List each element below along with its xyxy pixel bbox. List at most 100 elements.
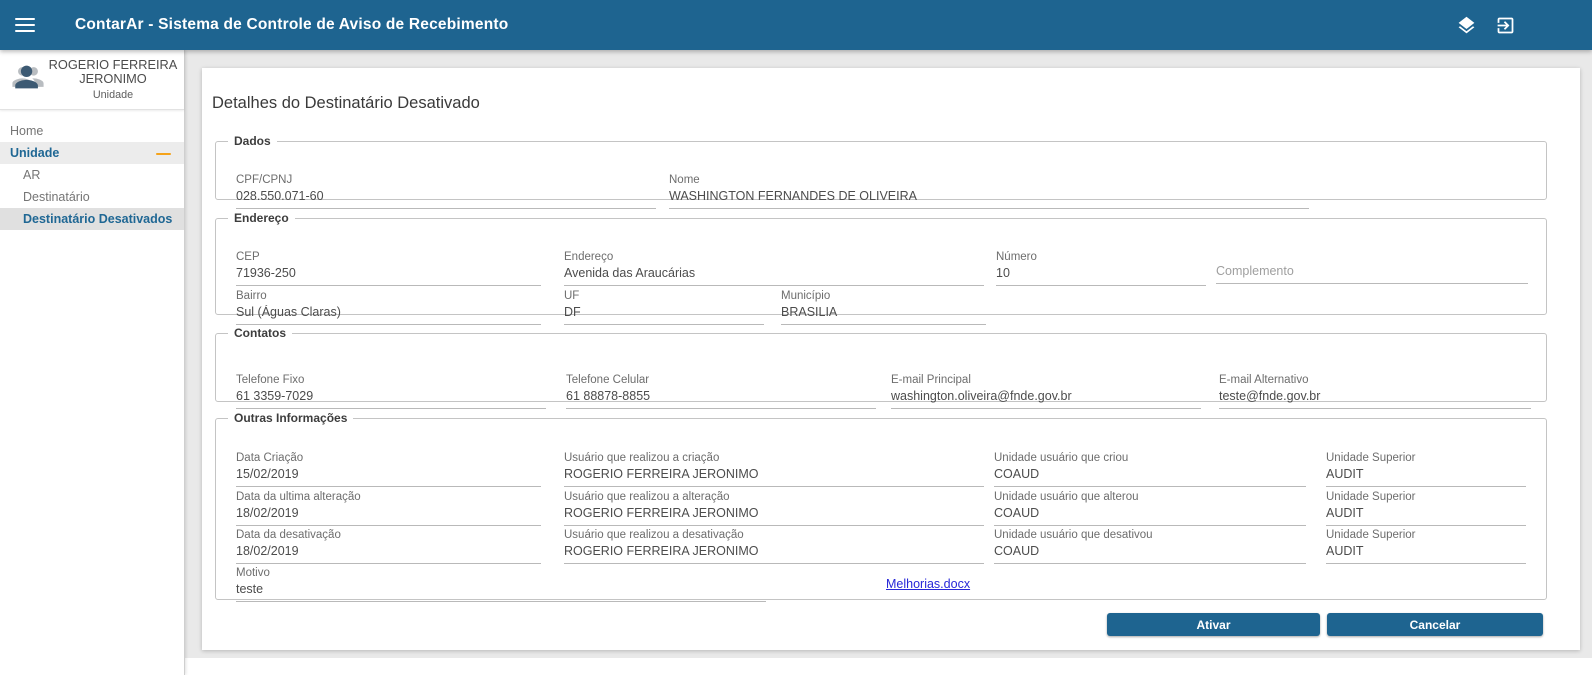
field-value: 10: [996, 266, 1206, 286]
field-label: Unidade usuário que criou: [994, 452, 1306, 465]
field-telefone-fixo: Telefone Fixo 61 3359-7029: [236, 374, 546, 409]
attachment-link[interactable]: Melhorias.docx: [886, 577, 970, 591]
field-label: Unidade usuário que alterou: [994, 491, 1306, 504]
field-value: 028.550.071-60: [236, 189, 656, 209]
field-value: AUDIT: [1326, 467, 1526, 487]
sidebar-item-label: Home: [10, 124, 43, 138]
field-value: COAUD: [994, 544, 1306, 564]
field-municipio: Município BRASILIA: [781, 290, 986, 325]
field-unidade-desativou: Unidade usuário que desativou COAUD: [994, 529, 1306, 564]
field-value: 71936-250: [236, 266, 541, 286]
field-label: Unidade Superior: [1326, 491, 1526, 504]
main-content: Detalhes do Destinatário Desativado Dado…: [185, 50, 1592, 658]
field-value: 61 88878-8855: [566, 389, 876, 409]
field-telefone-celular: Telefone Celular 61 88878-8855: [566, 374, 876, 409]
field-data-alteracao: Data da ultima alteração 18/02/2019: [236, 491, 541, 526]
user-name: ROGERIO FERREIRA JERONIMO: [48, 58, 178, 86]
sidebar-item-label: Destinatário: [23, 190, 90, 204]
field-usuario-alteracao: Usuário que realizou a alteração ROGERIO…: [564, 491, 984, 526]
field-value: AUDIT: [1326, 506, 1526, 526]
field-email-principal: E-mail Principal washington.oliveira@fnd…: [891, 374, 1201, 409]
field-value: ROGERIO FERREIRA JERONIMO: [564, 544, 984, 564]
field-label: Município: [781, 290, 986, 303]
field-label: Motivo: [236, 567, 766, 580]
field-usuario-criacao: Usuário que realizou a criação ROGERIO F…: [564, 452, 984, 487]
sidebar-item-destinatario[interactable]: Destinatário: [0, 186, 184, 208]
field-value: teste: [236, 582, 766, 602]
field-value: Avenida das Araucárias: [564, 266, 984, 286]
layers-icon[interactable]: [1456, 15, 1477, 36]
field-label: Usuário que realizou a desativação: [564, 529, 984, 542]
field-value: Sul (Águas Claras): [236, 305, 541, 325]
field-label: Endereço: [564, 251, 984, 264]
field-label: Usuário que realizou a criação: [564, 452, 984, 465]
app-body: ROGERIO FERREIRA JERONIMO Unidade Home U…: [0, 50, 1592, 675]
field-unidade-alterou: Unidade usuário que alterou COAUD: [994, 491, 1306, 526]
sidebar-item-ar[interactable]: AR: [0, 164, 184, 186]
sidebar: ROGERIO FERREIRA JERONIMO Unidade Home U…: [0, 50, 185, 675]
field-label: CEP: [236, 251, 541, 264]
sidebar-item-destinatario-desativados[interactable]: Destinatário Desativados: [0, 208, 184, 230]
top-app-bar: ContarAr - Sistema de Controle de Aviso …: [0, 0, 1592, 50]
sidebar-item-label: Destinatário Desativados: [23, 212, 172, 226]
section-outras-informacoes: Outras Informações Data Criação 15/02/20…: [215, 411, 1547, 600]
field-unidade-criou: Unidade usuário que criou COAUD: [994, 452, 1306, 487]
field-placeholder: Complemento: [1216, 264, 1528, 284]
collapse-minus-icon: [156, 153, 171, 155]
field-data-desativacao: Data da desativação 18/02/2019: [236, 529, 541, 564]
field-value: 18/02/2019: [236, 506, 541, 526]
details-card: Detalhes do Destinatário Desativado Dado…: [202, 68, 1580, 650]
field-label: E-mail Principal: [891, 374, 1201, 387]
field-value: teste@fnde.gov.br: [1219, 389, 1531, 409]
menu-icon[interactable]: [15, 18, 35, 32]
logout-icon[interactable]: [1495, 15, 1516, 36]
section-dados: Dados CPF/CPNJ 028.550.071-60 Nome WASHI…: [215, 134, 1547, 200]
field-label: Unidade Superior: [1326, 452, 1526, 465]
field-value: WASHINGTON FERNANDES DE OLIVEIRA: [669, 189, 1309, 209]
sidebar-item-label: Unidade: [10, 146, 59, 160]
field-label: Data Criação: [236, 452, 541, 465]
field-unidade-superior-2: Unidade Superior AUDIT: [1326, 491, 1526, 526]
field-cep: CEP 71936-250: [236, 251, 541, 286]
field-label: E-mail Alternativo: [1219, 374, 1531, 387]
field-value: 61 3359-7029: [236, 389, 546, 409]
field-value: ROGERIO FERREIRA JERONIMO: [564, 506, 984, 526]
section-contatos: Contatos Telefone Fixo 61 3359-7029 Tele…: [215, 326, 1547, 402]
field-label: UF: [564, 290, 764, 303]
field-label: Unidade usuário que desativou: [994, 529, 1306, 542]
sidebar-item-unidade[interactable]: Unidade: [0, 142, 184, 164]
field-value: 15/02/2019: [236, 467, 541, 487]
field-unidade-superior-1: Unidade Superior AUDIT: [1326, 452, 1526, 487]
user-meta: ROGERIO FERREIRA JERONIMO Unidade: [48, 58, 178, 101]
section-contatos-legend: Contatos: [228, 326, 292, 340]
sidebar-menu: Home Unidade AR Destinatário Destinatári…: [0, 110, 184, 230]
field-bairro: Bairro Sul (Águas Claras): [236, 290, 541, 325]
field-label: Bairro: [236, 290, 541, 303]
field-complemento: Complemento: [1216, 264, 1528, 284]
field-value: ROGERIO FERREIRA JERONIMO: [564, 467, 984, 487]
section-endereco-legend: Endereço: [228, 211, 295, 225]
field-numero: Número 10: [996, 251, 1206, 286]
app-title: ContarAr - Sistema de Controle de Aviso …: [75, 16, 508, 34]
cancelar-button[interactable]: Cancelar: [1327, 613, 1543, 636]
topbar-actions: [1456, 15, 1592, 36]
field-value: COAUD: [994, 467, 1306, 487]
field-value: COAUD: [994, 506, 1306, 526]
field-label: Data da ultima alteração: [236, 491, 541, 504]
field-label: Telefone Celular: [566, 374, 876, 387]
sidebar-item-label: AR: [23, 168, 40, 182]
field-label: Número: [996, 251, 1206, 264]
field-value: AUDIT: [1326, 544, 1526, 564]
ativar-button[interactable]: Ativar: [1107, 613, 1320, 636]
field-email-alternativo: E-mail Alternativo teste@fnde.gov.br: [1219, 374, 1531, 409]
field-nome: Nome WASHINGTON FERNANDES DE OLIVEIRA: [669, 174, 1309, 209]
field-label: Usuário que realizou a alteração: [564, 491, 984, 504]
user-panel: ROGERIO FERREIRA JERONIMO Unidade: [0, 50, 184, 110]
field-endereco: Endereço Avenida das Araucárias: [564, 251, 984, 286]
user-unit: Unidade: [48, 89, 178, 101]
sidebar-item-home[interactable]: Home: [0, 120, 184, 142]
field-value: DF: [564, 305, 764, 325]
field-value: BRASILIA: [781, 305, 986, 325]
field-label: Nome: [669, 174, 1309, 187]
section-outras-legend: Outras Informações: [228, 411, 353, 425]
